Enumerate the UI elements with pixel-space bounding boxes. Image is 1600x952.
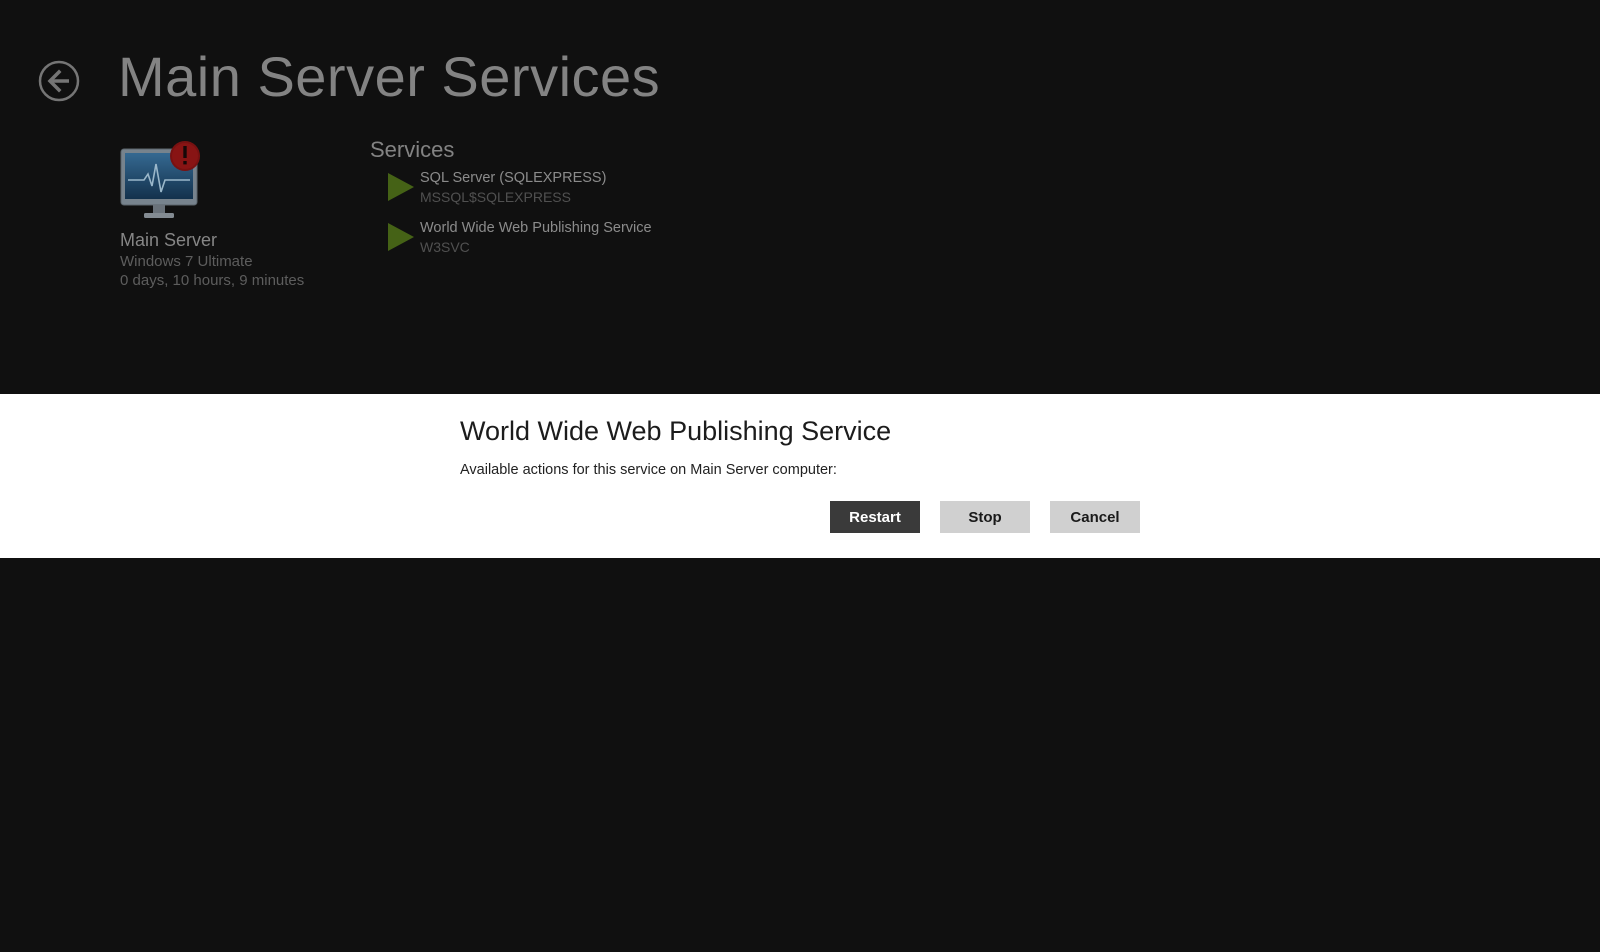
restart-button[interactable]: Restart (830, 501, 920, 533)
dialog-button-row: Restart Stop Cancel (830, 501, 1140, 533)
cancel-button[interactable]: Cancel (1050, 501, 1140, 533)
stop-button[interactable]: Stop (940, 501, 1030, 533)
dialog-title: World Wide Web Publishing Service (460, 416, 892, 446)
app-window: Main Server Services Main Server Windows… (0, 0, 1600, 952)
service-action-dialog: World Wide Web Publishing Service Availa… (0, 394, 1600, 558)
dialog-message: Available actions for this service on Ma… (460, 462, 837, 478)
